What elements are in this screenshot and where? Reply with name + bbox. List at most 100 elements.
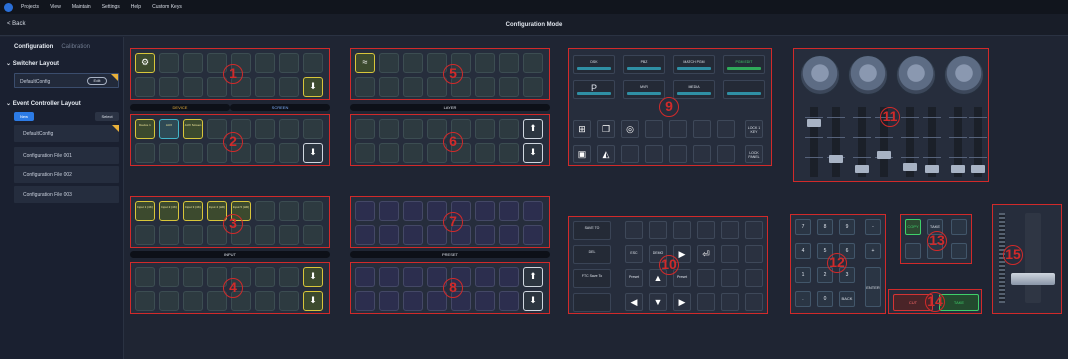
blank-key[interactable] — [717, 120, 735, 138]
dot-key[interactable]: . — [795, 291, 811, 307]
tbar-handle[interactable] — [1011, 273, 1055, 285]
key[interactable] — [379, 201, 399, 221]
blank-key[interactable] — [697, 221, 715, 239]
save-to-key[interactable]: SAVE TO — [573, 221, 611, 240]
menu-projects[interactable]: Projects — [21, 4, 39, 10]
blank-key[interactable] — [645, 120, 663, 138]
blank-key[interactable] — [697, 269, 715, 287]
key[interactable] — [355, 291, 375, 311]
blank-key[interactable] — [625, 221, 643, 239]
fader-cap[interactable] — [903, 163, 917, 171]
plus-key[interactable]: + — [865, 243, 881, 259]
key[interactable] — [499, 53, 519, 73]
event-layout-heading[interactable]: ⌄ Event Controller Layout — [6, 100, 81, 107]
key[interactable] — [355, 77, 375, 97]
tab-configuration[interactable]: Configuration — [14, 44, 53, 50]
key[interactable]: ≈ — [355, 53, 375, 73]
key[interactable] — [403, 267, 423, 287]
blank-key[interactable] — [745, 245, 763, 263]
key[interactable] — [255, 119, 275, 139]
blank-key[interactable] — [697, 293, 715, 311]
page-key[interactable]: ⬇ — [303, 291, 323, 311]
num-key-0[interactable]: 0 — [817, 291, 833, 307]
fader-cap[interactable] — [855, 165, 869, 173]
lock-panel-key[interactable]: LOCK PANEL — [745, 145, 763, 163]
key[interactable] — [523, 53, 543, 73]
key[interactable] — [303, 201, 323, 221]
key[interactable] — [279, 267, 299, 287]
layers-icon-key[interactable]: ❐ — [597, 120, 615, 138]
num-key-7[interactable]: 7 — [795, 219, 811, 235]
page-key[interactable]: ⬇ — [523, 143, 543, 163]
fader[interactable] — [949, 107, 967, 177]
blank-key[interactable] — [645, 145, 663, 163]
key[interactable] — [403, 291, 423, 311]
image-icon-key[interactable]: ◭ — [597, 145, 615, 163]
effects-icon-key[interactable]: ◎ — [621, 120, 639, 138]
key[interactable] — [523, 225, 543, 245]
switcher-config-item[interactable]: DefaultConfig Edit — [14, 73, 119, 88]
config-list-item[interactable]: Configuration File 003 — [14, 186, 119, 203]
key[interactable] — [499, 291, 519, 311]
key[interactable] — [183, 225, 203, 245]
key[interactable] — [183, 53, 203, 73]
key[interactable] — [499, 143, 519, 163]
key[interactable] — [355, 143, 375, 163]
blank-key[interactable] — [905, 243, 921, 259]
key[interactable] — [403, 143, 423, 163]
menu-custom-keys[interactable]: Custom Keys — [152, 4, 182, 10]
page-key[interactable]: ⬇ — [303, 77, 323, 97]
key[interactable] — [379, 53, 399, 73]
menu-settings[interactable]: Settings — [102, 4, 120, 10]
blank-key[interactable] — [745, 269, 763, 287]
fader-cap[interactable] — [877, 151, 891, 159]
key[interactable] — [403, 119, 423, 139]
key[interactable] — [523, 77, 543, 97]
key[interactable] — [279, 225, 299, 245]
key[interactable] — [475, 119, 495, 139]
blank-key[interactable] — [721, 245, 739, 263]
key[interactable] — [475, 291, 495, 311]
key[interactable] — [255, 225, 275, 245]
select-button[interactable]: Select — [95, 112, 119, 121]
key[interactable] — [279, 119, 299, 139]
arrow-left-key[interactable]: ◀ — [625, 293, 643, 311]
key[interactable] — [499, 119, 519, 139]
esc-key[interactable]: ESC — [625, 245, 643, 263]
pbz-key[interactable]: PBZ — [623, 55, 665, 74]
blank-wide-key[interactable] — [723, 80, 765, 99]
page-key[interactable]: ⬆ — [523, 119, 543, 139]
page-key[interactable]: ⬇ — [303, 267, 323, 287]
mvr-key[interactable]: MVR — [623, 80, 665, 99]
key[interactable] — [279, 143, 299, 163]
input-strip[interactable]: INPUT — [130, 251, 330, 258]
config-list-item[interactable]: DefaultConfig — [14, 125, 119, 142]
blank-key[interactable] — [721, 269, 739, 287]
key[interactable] — [355, 225, 375, 245]
key[interactable] — [255, 201, 275, 221]
key[interactable] — [379, 225, 399, 245]
key[interactable] — [135, 143, 155, 163]
fader[interactable] — [827, 107, 845, 177]
key[interactable] — [135, 77, 155, 97]
preset-key[interactable]: Preset — [625, 269, 643, 287]
key[interactable] — [135, 267, 155, 287]
blank-key[interactable] — [745, 221, 763, 239]
key[interactable] — [499, 77, 519, 97]
rotary-knob[interactable] — [848, 55, 888, 95]
key[interactable] — [499, 201, 519, 221]
key[interactable] — [475, 77, 495, 97]
key[interactable] — [159, 53, 179, 73]
return-key[interactable]: ⏎ — [697, 245, 715, 263]
fader[interactable] — [805, 107, 823, 177]
key[interactable] — [303, 119, 323, 139]
key[interactable]: AUX Screen — [183, 119, 203, 139]
key[interactable] — [303, 53, 323, 73]
key[interactable] — [135, 225, 155, 245]
key[interactable] — [475, 201, 495, 221]
arrow-right-key[interactable]: ▶ — [673, 293, 691, 311]
fader[interactable] — [923, 107, 941, 177]
key[interactable] — [379, 77, 399, 97]
enter-key[interactable]: ENTER — [865, 267, 881, 307]
blank-key[interactable] — [621, 145, 639, 163]
